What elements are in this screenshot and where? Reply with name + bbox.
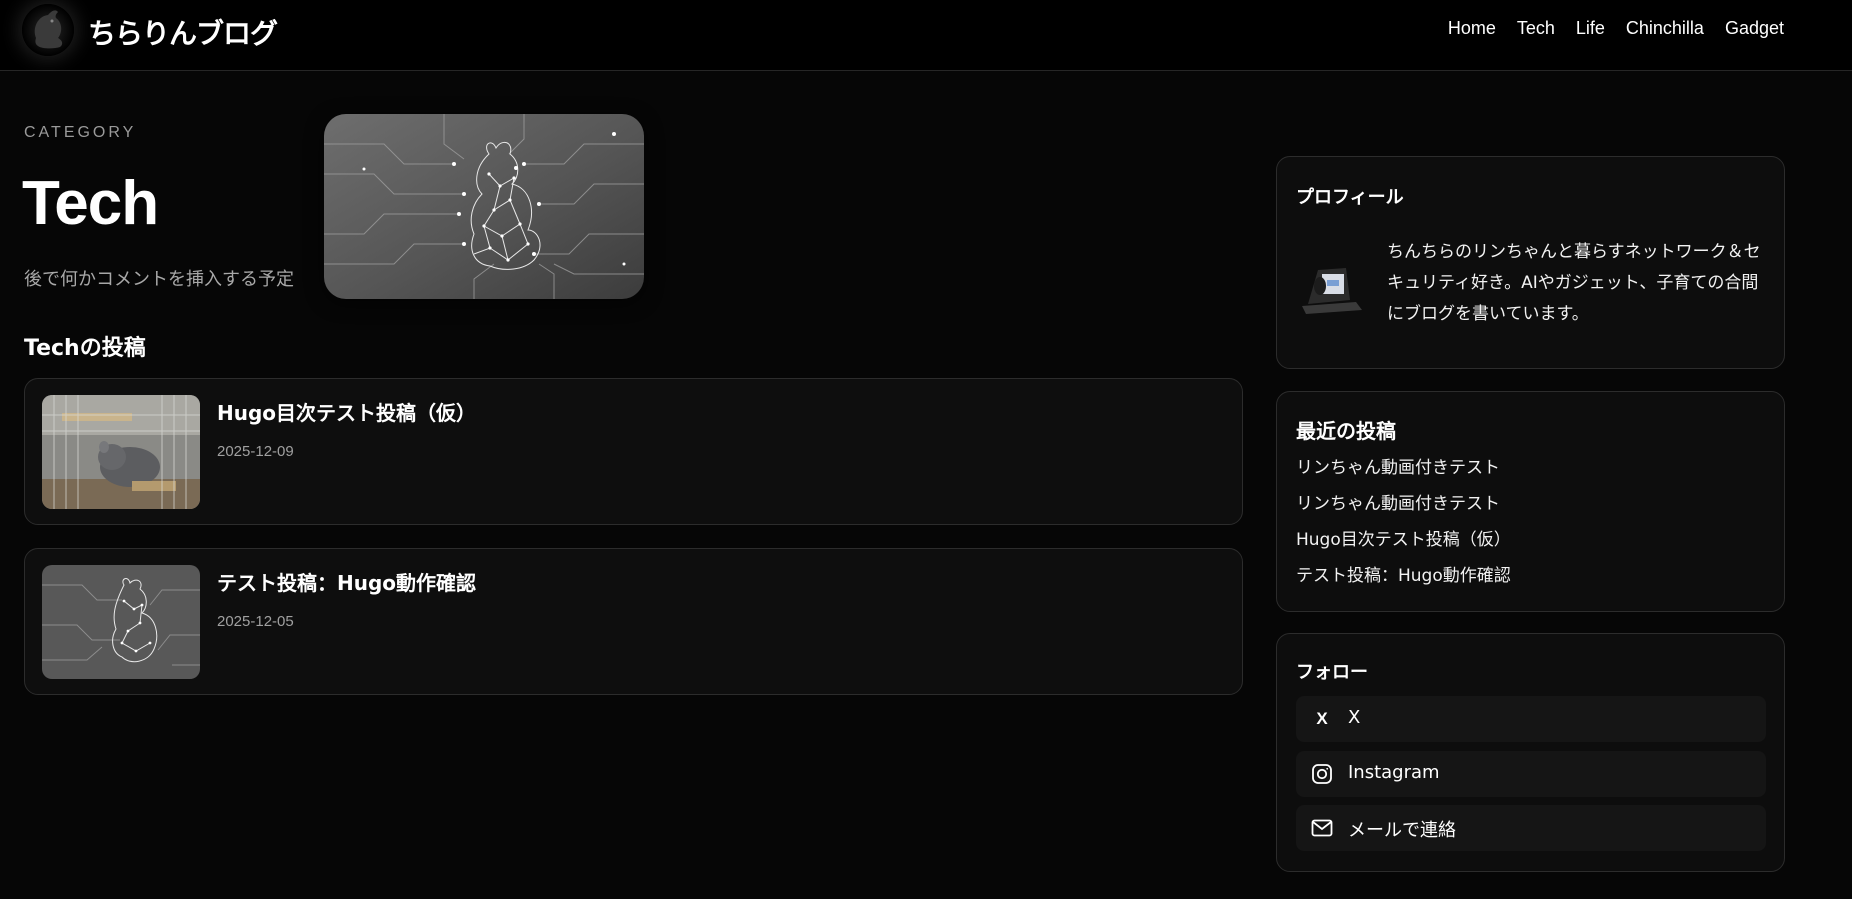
circuit-chinchilla-thumbnail[interactable] bbox=[42, 565, 200, 679]
follow-x-label: X bbox=[1348, 707, 1361, 728]
nav-tech[interactable]: Tech bbox=[1517, 18, 1555, 39]
post-card[interactable]: Hugo目次テスト投稿（仮） 2025-12-09 bbox=[24, 378, 1243, 525]
follow-mail-label: メールで連絡 bbox=[1348, 820, 1456, 841]
nav-chinchilla[interactable]: Chinchilla bbox=[1626, 18, 1704, 39]
recent-posts-title: 最近の投稿 bbox=[1296, 419, 1396, 443]
nav-home[interactable]: Home bbox=[1448, 18, 1496, 39]
post-date: 2025-12-09 bbox=[217, 443, 294, 460]
main-nav: Home Tech Life Chinchilla Gadget bbox=[1448, 18, 1784, 39]
posts-heading: Techの投稿 bbox=[24, 336, 146, 361]
category-title: Tech bbox=[22, 169, 159, 238]
recent-post-link[interactable]: リンちゃん動画付きテスト bbox=[1296, 456, 1511, 492]
recent-post-link[interactable]: テスト投稿：Hugo動作確認 bbox=[1296, 564, 1511, 600]
instagram-icon bbox=[1310, 762, 1334, 786]
site-title[interactable]: ちらりんブログ bbox=[88, 12, 278, 52]
follow-instagram-link[interactable]: Instagram bbox=[1296, 751, 1766, 797]
profile-text: ちんちらのリンちゃんと暮らすネットワーク＆セキュリティ好き。AIやガジェット、子… bbox=[1387, 242, 1761, 324]
profile-title: プロフィール bbox=[1296, 187, 1404, 208]
category-hero-image bbox=[324, 114, 644, 299]
follow-x-link[interactable]: X X bbox=[1296, 696, 1766, 742]
post-title[interactable]: Hugo目次テスト投稿（仮） bbox=[217, 397, 476, 426]
chinchilla-logo-icon[interactable] bbox=[22, 4, 74, 56]
follow-card: フォロー X X Instagram メールで連絡 bbox=[1276, 633, 1785, 872]
follow-instagram-label: Instagram bbox=[1348, 762, 1440, 783]
recent-posts-card: 最近の投稿 リンちゃん動画付きテスト リンちゃん動画付きテスト Hugo目次テス… bbox=[1276, 391, 1785, 612]
recent-posts-list: リンちゃん動画付きテスト リンちゃん動画付きテスト Hugo目次テスト投稿（仮）… bbox=[1296, 456, 1511, 600]
post-card[interactable]: テスト投稿：Hugo動作確認 2025-12-05 bbox=[24, 548, 1243, 695]
recent-post-link[interactable]: リンちゃん動画付きテスト bbox=[1296, 492, 1511, 528]
site-header: ちらりんブログ Home Tech Life Chinchilla Gadget bbox=[0, 0, 1852, 71]
follow-mail-link[interactable]: メールで連絡 bbox=[1296, 805, 1766, 851]
laptop-avatar bbox=[1296, 250, 1368, 322]
category-label: CATEGORY bbox=[24, 124, 137, 141]
profile-card: プロフィール ちんちらのリンちゃんと暮らすネットワーク＆セキュリティ好き。AIや… bbox=[1276, 156, 1785, 369]
follow-title: フォロー bbox=[1296, 662, 1368, 683]
post-title[interactable]: テスト投稿：Hugo動作確認 bbox=[217, 567, 476, 596]
post-date: 2025-12-05 bbox=[217, 613, 294, 630]
category-description: 後で何かコメントを挿入する予定 bbox=[24, 269, 294, 290]
x-logo-icon: X bbox=[1316, 709, 1328, 728]
recent-post-link[interactable]: Hugo目次テスト投稿（仮） bbox=[1296, 528, 1511, 564]
mail-icon bbox=[1310, 816, 1334, 840]
nav-gadget[interactable]: Gadget bbox=[1725, 18, 1784, 39]
nav-life[interactable]: Life bbox=[1576, 18, 1605, 39]
chinchilla-cage-photo[interactable] bbox=[42, 395, 200, 509]
